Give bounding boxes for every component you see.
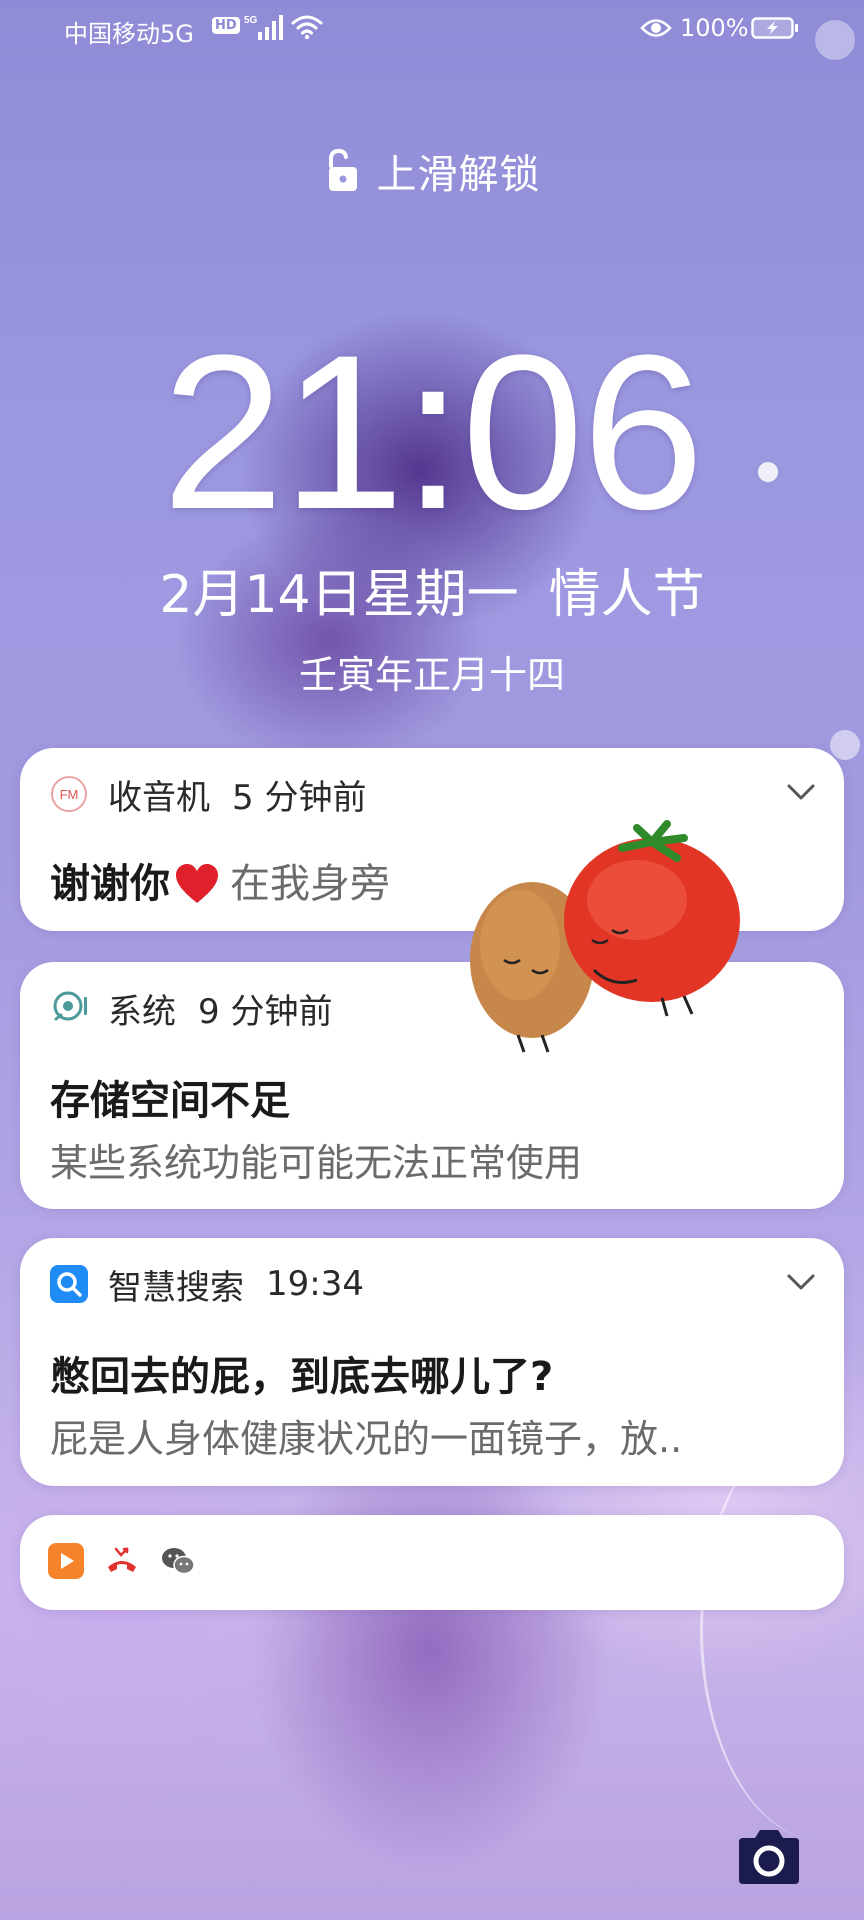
chevron-down-icon[interactable] <box>786 1272 816 1292</box>
unlock-icon <box>329 148 358 191</box>
notification-time: 19:34 <box>266 1264 364 1304</box>
notification-time: 5 分钟前 <box>232 777 367 818</box>
search-app-icon <box>50 1265 88 1303</box>
notification-app-name: 收音机 <box>108 777 210 818</box>
holiday-text: 情人节 <box>548 565 705 625</box>
date-text: 2月14日星期一 <box>159 565 519 625</box>
chevron-down-icon[interactable] <box>786 782 816 802</box>
notification-body: 某些系统功能可能无法正常使用 <box>50 1141 583 1185</box>
date-line: 2月14日星期一 情人节 <box>0 552 864 627</box>
heart-icon <box>176 864 218 903</box>
notification-title: 谢谢你 在我身旁 <box>50 851 390 909</box>
status-bar: 中国移动5G HD 5G 100% <box>0 0 864 58</box>
eye-icon <box>640 19 672 37</box>
notification-title-text: 谢谢你 <box>50 861 170 907</box>
collapsed-notifications[interactable] <box>20 1515 844 1610</box>
svg-text:FM: FM <box>60 787 79 802</box>
swipe-unlock-hint[interactable]: 上滑解锁 <box>0 142 864 200</box>
notification-body: 屁是人身体健康状况的一面镜子，放.. <box>50 1417 683 1461</box>
notification-app-name: 系统 <box>108 991 176 1032</box>
system-icon <box>53 991 87 1021</box>
fm-radio-icon: FM <box>51 776 87 812</box>
wifi-icon <box>291 15 323 40</box>
lunar-date: 壬寅年正月十四 <box>298 653 565 697</box>
battery-charging-icon <box>751 17 798 39</box>
egg-tomato-sticker <box>470 820 740 1053</box>
notification-title-rest: 在我身旁 <box>230 861 390 907</box>
video-app-icon <box>48 1543 84 1579</box>
missed-call-icon <box>108 1547 136 1572</box>
notification-app-name: 智慧搜索 <box>108 1267 244 1308</box>
unlock-label: 上滑解锁 <box>376 152 541 198</box>
carrier-name: 中国移动5G <box>64 20 194 48</box>
signal-icon: 5G <box>244 15 283 40</box>
camera-icon[interactable] <box>733 1828 805 1886</box>
notification-title: 存储空间不足 <box>50 1078 290 1124</box>
wechat-icon <box>162 1548 195 1575</box>
battery-percent: 100% <box>680 14 749 42</box>
notification-time: 9 分钟前 <box>198 991 333 1032</box>
hd-badge: HD <box>212 17 240 34</box>
lock-clock: 21:06 <box>161 309 705 555</box>
notification-smart-search[interactable]: 智慧搜索 19:34 憋回去的屁，到底去哪儿了? 屁是人身体健康状况的一面镜子，… <box>20 1238 844 1486</box>
svg-text:5G: 5G <box>244 15 258 26</box>
notification-title: 憋回去的屁，到底去哪儿了? <box>50 1354 554 1400</box>
